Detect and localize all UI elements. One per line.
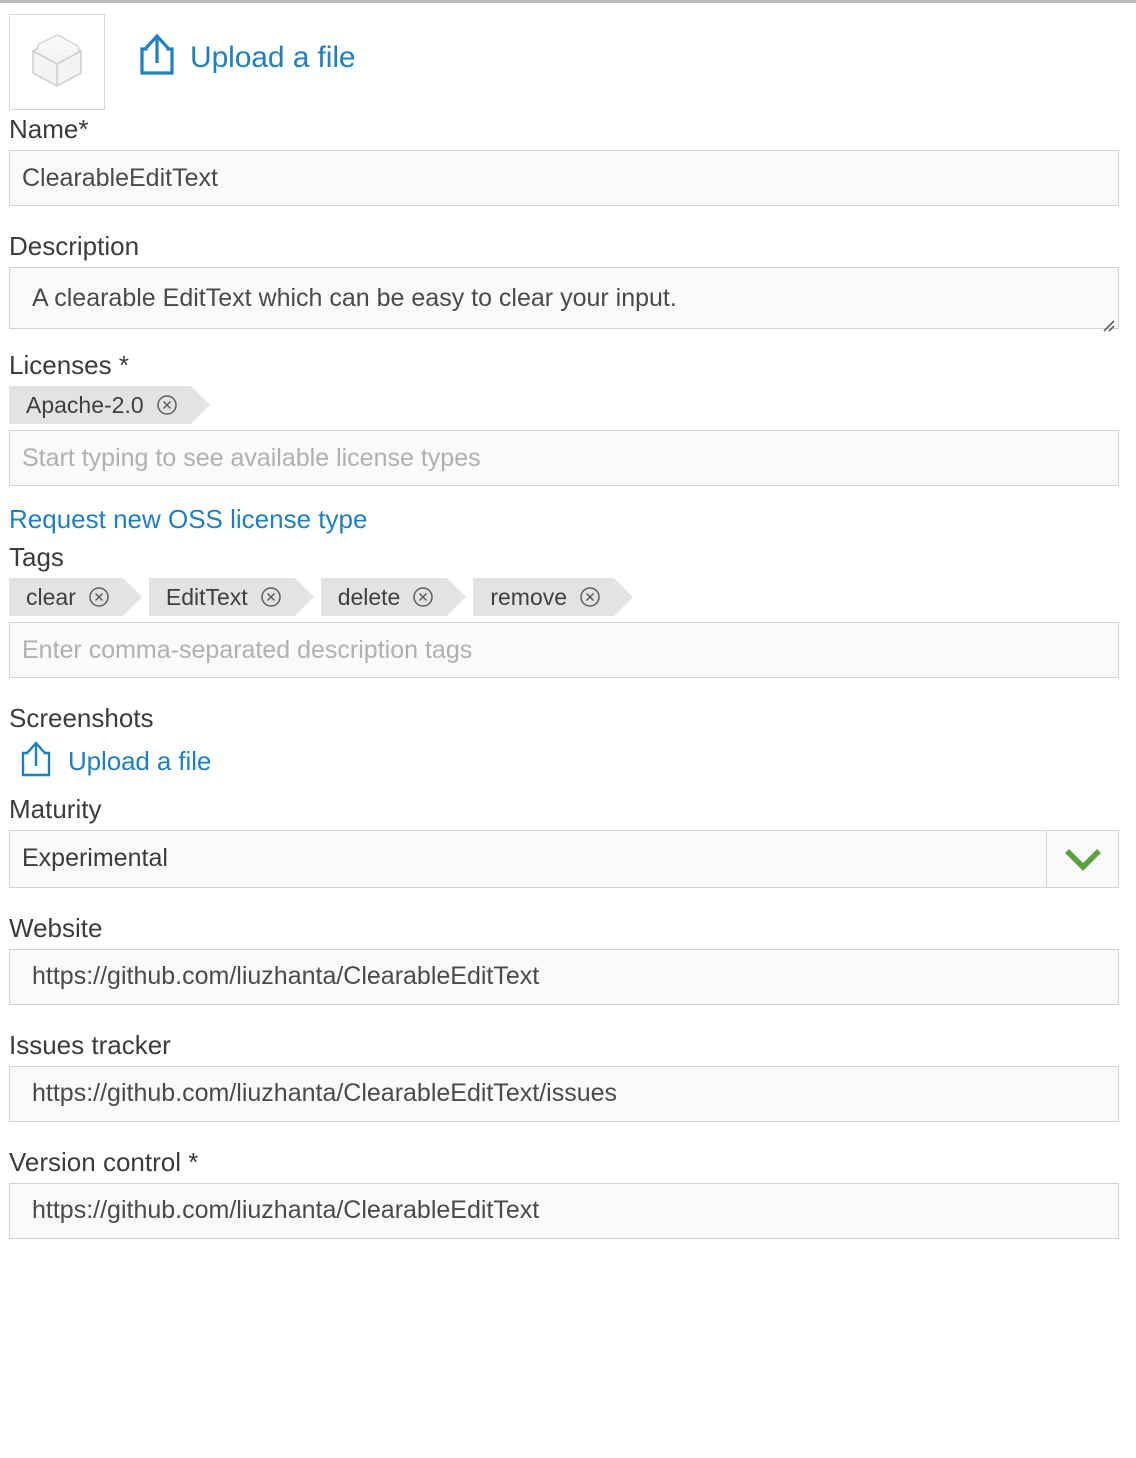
tags-label: Tags xyxy=(9,542,64,573)
upload-screenshot-button[interactable]: Upload a file xyxy=(20,740,1136,783)
circle-x-icon[interactable] xyxy=(156,394,178,416)
description-value: A clearable EditText which can be easy t… xyxy=(32,283,677,312)
maturity-selected-value: Experimental xyxy=(22,844,168,873)
tag-chip[interactable]: clear xyxy=(9,578,142,617)
maturity-select[interactable]: Experimental xyxy=(9,829,1119,888)
upload-share-icon xyxy=(20,740,52,783)
issues-tracker-label: Issues tracker xyxy=(9,1029,171,1060)
upload-thumbnail-label: Upload a file xyxy=(190,40,356,74)
circle-x-icon[interactable] xyxy=(412,586,434,608)
upload-thumbnail-button[interactable]: Upload a file xyxy=(138,33,356,82)
licenses-chip-list: Apache-2.0 xyxy=(0,386,1136,425)
version-control-label: Version control * xyxy=(9,1146,199,1177)
circle-x-icon[interactable] xyxy=(260,586,282,608)
name-input[interactable]: ClearableEditText xyxy=(9,150,1119,207)
license-chip[interactable]: Apache-2.0 xyxy=(9,386,210,425)
licenses-input[interactable]: Start typing to see available license ty… xyxy=(9,430,1119,487)
screenshots-field-group: Screenshots xyxy=(0,704,1136,733)
maturity-field-group: Maturity Experimental xyxy=(0,793,1136,888)
name-field-group: Name* ClearableEditText xyxy=(0,114,1136,207)
tags-field-group: Tags xyxy=(0,543,1136,572)
version-control-field-group: Version control * https://github.com/liu… xyxy=(0,1146,1136,1239)
licenses-label: Licenses * xyxy=(9,350,129,381)
version-control-input[interactable]: https://github.com/liuzhanta/ClearableEd… xyxy=(9,1182,1119,1239)
upload-share-icon xyxy=(138,33,176,82)
circle-x-icon[interactable] xyxy=(88,586,110,608)
website-label: Website xyxy=(9,912,103,943)
library-metadata-form: Upload a file Name* ClearableEditText De… xyxy=(0,3,1136,1239)
request-new-oss-license-link[interactable]: Request new OSS license type xyxy=(0,504,376,535)
thumbnail-upload-row: Upload a file xyxy=(0,3,1136,115)
upload-screenshot-label: Upload a file xyxy=(68,745,212,776)
description-label: Description xyxy=(9,231,140,262)
cube-placeholder-icon xyxy=(24,31,90,93)
tag-chip-label: delete xyxy=(337,583,401,610)
website-input[interactable]: https://github.com/liuzhanta/ClearableEd… xyxy=(9,948,1119,1005)
tags-chip-list: clear EditText delete remove xyxy=(0,578,1136,617)
issues-tracker-input[interactable]: https://github.com/liuzhanta/ClearableEd… xyxy=(9,1065,1119,1122)
issues-tracker-field-group: Issues tracker https://github.com/liuzha… xyxy=(0,1029,1136,1122)
website-field-group: Website https://github.com/liuzhanta/Cle… xyxy=(0,912,1136,1005)
name-label: Name* xyxy=(9,114,89,144)
tag-chip[interactable]: delete xyxy=(320,578,466,617)
tag-chip[interactable]: EditText xyxy=(148,578,314,617)
tag-chip-label: EditText xyxy=(165,583,248,610)
description-field-group: Description A clearable EditText which c… xyxy=(0,231,1136,332)
tag-chip[interactable]: remove xyxy=(473,578,633,617)
circle-x-icon[interactable] xyxy=(579,586,601,608)
resize-handle-icon[interactable] xyxy=(1099,310,1115,332)
licenses-field-group: Licenses * xyxy=(0,351,1136,380)
tag-chip-label: clear xyxy=(26,583,76,610)
chevron-down-icon[interactable] xyxy=(1046,830,1118,887)
tag-chip-label: remove xyxy=(490,583,568,610)
screenshots-label: Screenshots xyxy=(9,703,154,734)
maturity-label: Maturity xyxy=(9,793,102,824)
license-chip-label: Apache-2.0 xyxy=(26,391,144,418)
thumbnail-preview[interactable] xyxy=(9,14,105,110)
tags-input[interactable]: Enter comma-separated description tags xyxy=(9,622,1119,679)
description-textarea[interactable]: A clearable EditText which can be easy t… xyxy=(9,267,1119,332)
